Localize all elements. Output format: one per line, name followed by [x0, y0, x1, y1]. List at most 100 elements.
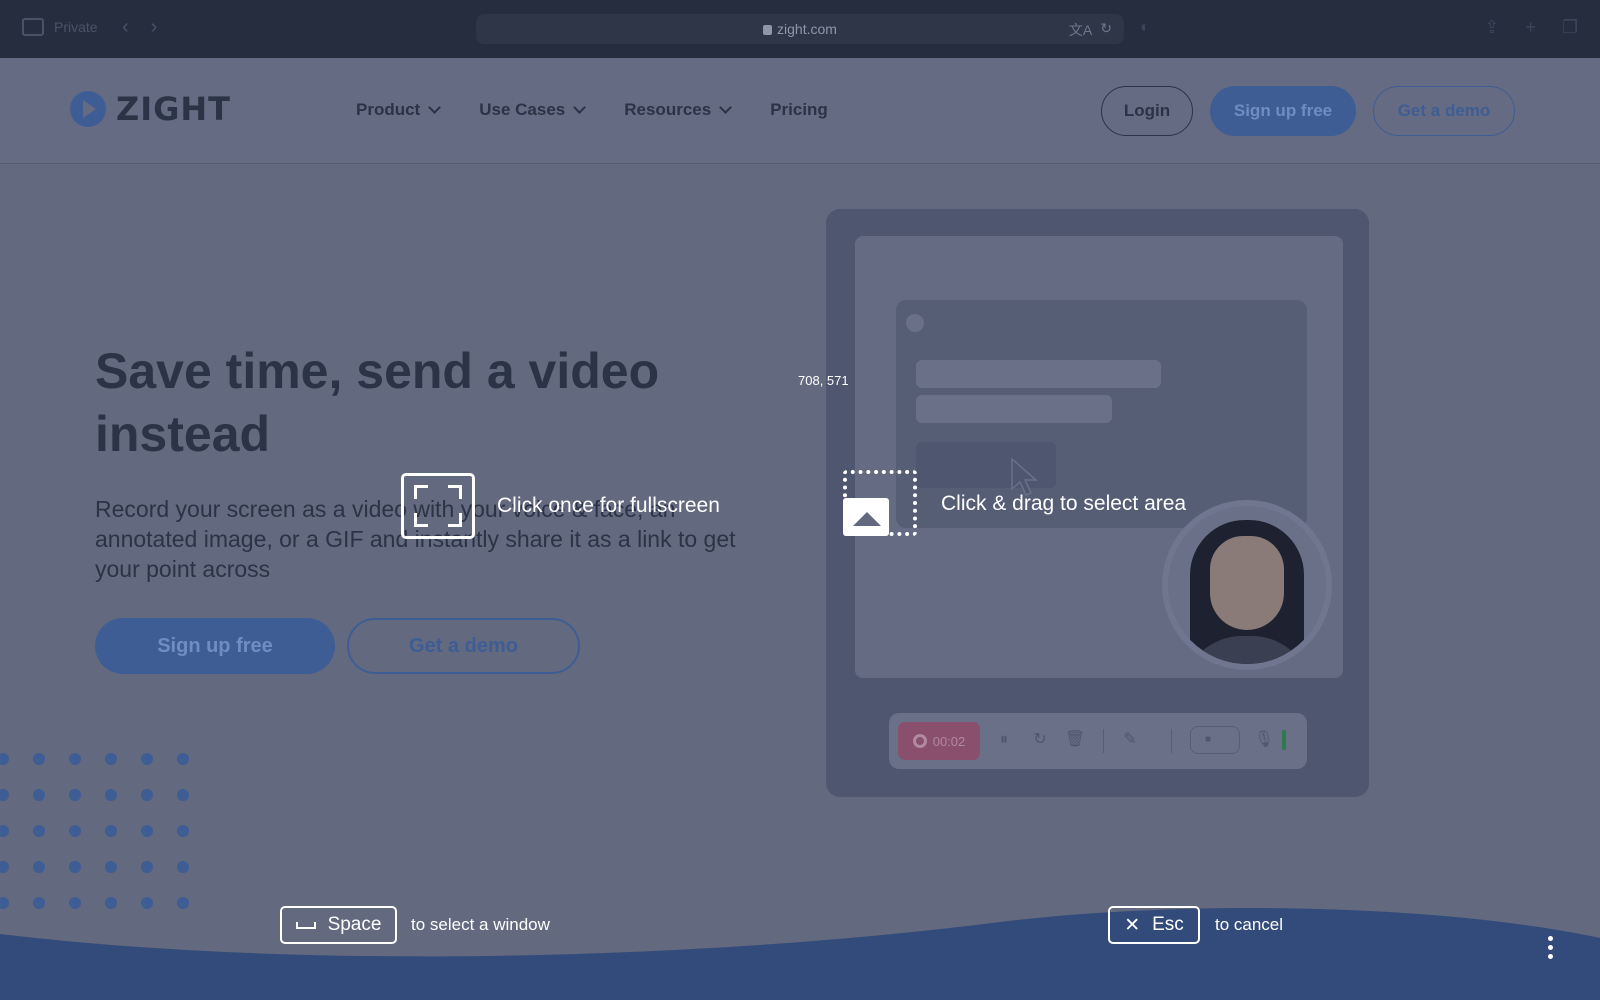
nav-pricing[interactable]: Pricing — [770, 100, 828, 120]
url-display: zight.com — [476, 21, 1124, 37]
toolbar-divider — [1171, 729, 1172, 753]
fullscreen-hint: Click once for fullscreen — [401, 473, 720, 539]
avatar-face — [1210, 536, 1284, 630]
illustration-window-dot — [906, 314, 924, 332]
back-icon[interactable]: ‹ — [122, 16, 129, 39]
logo[interactable]: ZIGHT — [70, 90, 231, 128]
decorative-dot — [105, 861, 117, 873]
decorative-dot — [0, 789, 9, 801]
private-indicator[interactable]: Private — [22, 18, 98, 36]
stop-icon — [912, 734, 927, 748]
decorative-dot — [105, 753, 117, 765]
chevron-down-icon — [573, 101, 587, 114]
decorative-dot — [141, 861, 153, 873]
address-bar-actions: 文A ↻ — [1069, 20, 1112, 40]
decorative-dot — [105, 789, 117, 801]
area-select-hint: Click & drag to select area — [843, 470, 1186, 538]
esc-key-hint: to cancel — [1215, 915, 1284, 934]
decorative-dot — [0, 753, 9, 765]
history-nav: ‹ › — [122, 16, 157, 39]
address-bar[interactable]: zight.com 文A ↻ — [476, 14, 1124, 44]
nav-resources[interactable]: Resources — [624, 100, 733, 120]
hero-signup-button[interactable]: Sign up free — [95, 618, 335, 674]
timer-text: 00:02 — [932, 733, 966, 749]
logo-text: ZIGHT — [116, 90, 231, 128]
decorative-dot — [105, 825, 117, 837]
sidebar-icon[interactable] — [22, 18, 44, 36]
decorative-dot — [177, 753, 189, 765]
decorative-dot — [0, 861, 9, 873]
space-key: Space — [280, 906, 397, 944]
trash-icon: 🗑 — [1064, 731, 1086, 748]
decorative-dot — [177, 789, 189, 801]
decorative-dot — [69, 753, 81, 765]
decorative-dot — [69, 861, 81, 873]
nav-use-cases[interactable]: Use Cases — [479, 100, 587, 120]
chevron-down-icon — [428, 101, 442, 114]
decorative-dot — [69, 825, 81, 837]
camera-toggle: ■ — [1190, 726, 1240, 754]
footer-wave — [0, 908, 1600, 1000]
close-icon: ✕ — [1124, 914, 1141, 936]
esc-key-label: Esc — [1152, 914, 1184, 935]
decorative-dot — [69, 789, 81, 801]
decorative-dot — [141, 753, 153, 765]
more-options-icon[interactable] — [1548, 936, 1554, 959]
draw-icon: ✎ — [1123, 731, 1137, 748]
webcam-avatar — [1162, 500, 1332, 670]
microphone-icon: 🎙 — [1253, 731, 1275, 748]
toolbar-divider — [1103, 729, 1104, 753]
esc-key: ✕ Esc — [1108, 906, 1200, 944]
decorative-dot — [141, 825, 153, 837]
nav-product[interactable]: Product — [356, 100, 442, 120]
browser-toolbar: Private ‹ › zight.com 文A ↻ ◐ ⇪ + ❐ — [0, 0, 1600, 58]
hero-demo-button[interactable]: Get a demo — [347, 618, 580, 674]
share-icon[interactable]: ⇪ — [1484, 17, 1499, 38]
illustration-line — [916, 360, 1161, 388]
lock-icon — [763, 25, 773, 35]
corner — [448, 513, 462, 527]
logo-mark-icon — [70, 91, 106, 127]
decorative-dot — [177, 861, 189, 873]
shield-icon[interactable]: ◐ — [1140, 19, 1150, 37]
tab-overview-icon[interactable]: ❐ — [1562, 17, 1578, 38]
new-tab-icon[interactable]: + — [1525, 17, 1536, 38]
restart-icon: ↻ — [1033, 731, 1047, 748]
mic-level-indicator — [1282, 730, 1286, 750]
menu-dot — [1548, 945, 1553, 950]
nav-label: Resources — [624, 100, 712, 119]
hero-title: Save time, send a video instead — [95, 343, 660, 462]
nav-label: Pricing — [770, 100, 828, 119]
translate-icon[interactable]: 文A — [1069, 20, 1092, 40]
chevron-down-icon — [719, 101, 733, 114]
space-key-hint: to select a window — [411, 915, 550, 934]
main-nav: Product Use Cases Resources Pricing — [356, 100, 828, 120]
corner — [414, 513, 428, 527]
reload-icon[interactable]: ↻ — [1100, 20, 1112, 40]
forward-icon[interactable]: › — [151, 16, 158, 39]
space-bar-icon — [295, 921, 316, 929]
login-button[interactable]: Login — [1101, 86, 1193, 136]
signup-button[interactable]: Sign up free — [1210, 86, 1356, 136]
corner — [448, 485, 462, 499]
pause-icon: ⏸ — [999, 731, 1008, 748]
decorative-dot — [33, 753, 45, 765]
recording-timer: 00:02 — [898, 722, 980, 760]
nav-label: Use Cases — [479, 100, 566, 119]
fullscreen-hint-label: Click once for fullscreen — [497, 494, 720, 517]
url-text: zight.com — [777, 21, 837, 37]
fullscreen-icon — [401, 473, 475, 539]
decorative-dot — [0, 825, 9, 837]
menu-dot — [1548, 954, 1553, 959]
decorative-dot — [141, 789, 153, 801]
decorative-dot — [33, 825, 45, 837]
decorative-dot — [33, 861, 45, 873]
camera-icon: ■ — [1204, 734, 1212, 745]
space-key-label: Space — [327, 914, 382, 935]
browser-actions: ⇪ + ❐ — [1484, 17, 1578, 38]
get-demo-button[interactable]: Get a demo — [1373, 86, 1515, 136]
select-area-icon — [843, 470, 919, 538]
site-header: ZIGHT Product Use Cases Resources Pricin… — [0, 58, 1600, 164]
recording-toolbar: 00:02 ⏸ ↻ 🗑 ✎ ■ 🎙 — [889, 713, 1307, 769]
decorative-dot — [33, 789, 45, 801]
